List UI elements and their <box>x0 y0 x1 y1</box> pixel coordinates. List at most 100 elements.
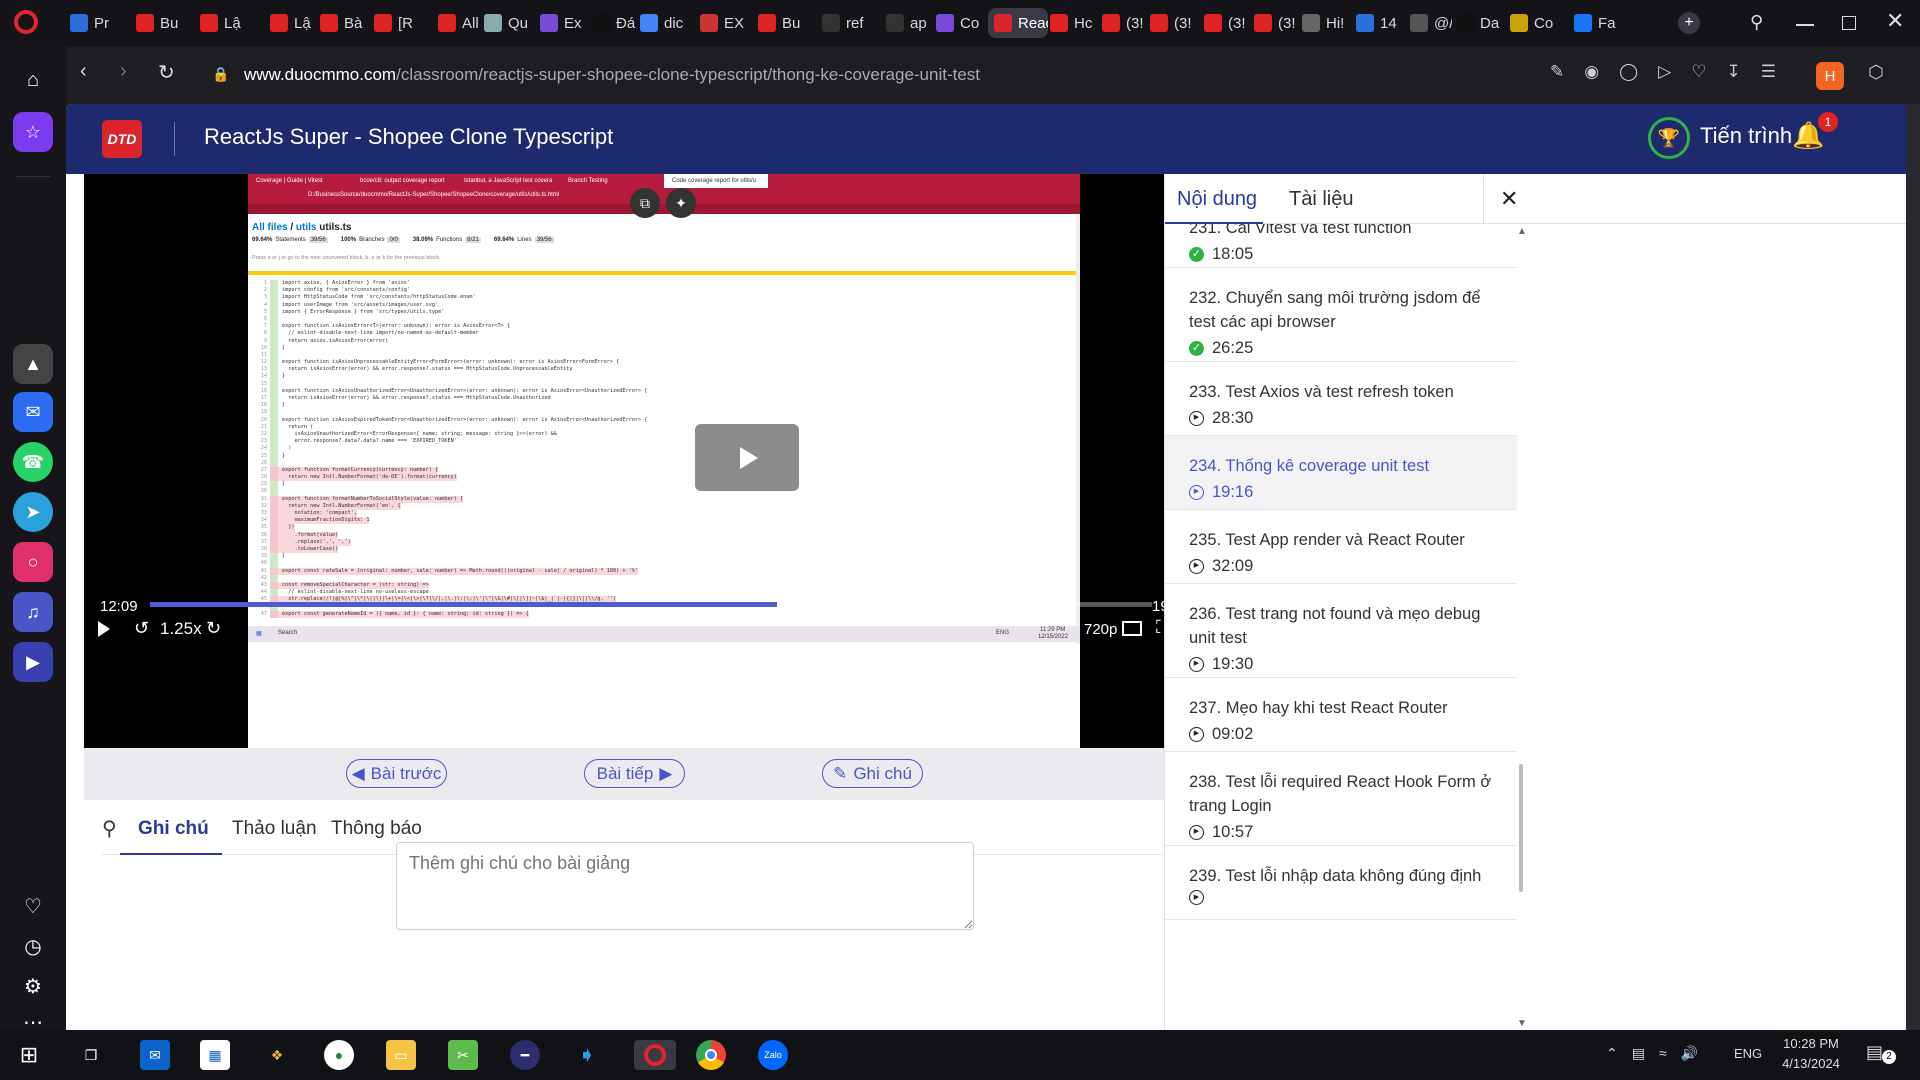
heart-icon[interactable]: ♡ <box>13 886 53 926</box>
pip-icon[interactable] <box>1122 621 1142 636</box>
lesson-item[interactable]: 239. Test lỗi nhập data không đúng định ▶ <box>1165 846 1517 920</box>
download-icon[interactable]: ↧ <box>1726 62 1740 90</box>
lesson-item[interactable]: 238. Test lỗi required React Hook Form ở… <box>1165 752 1517 846</box>
instagram-icon[interactable]: ○ <box>13 542 53 582</box>
zalo-icon[interactable]: Zalo <box>758 1040 788 1070</box>
scrollbar-thumb[interactable] <box>1519 764 1523 892</box>
tab-discussion[interactable]: Thảo luận <box>232 818 317 840</box>
browser-tab[interactable]: Fa <box>1574 8 1630 38</box>
browser-tab[interactable]: Lậ <box>200 8 260 38</box>
new-tab-button[interactable]: + <box>1678 12 1700 34</box>
browser-tab[interactable]: Đá <box>592 8 636 38</box>
tab-notes[interactable]: Ghi chú <box>138 818 209 840</box>
terminal-icon[interactable]: ━ <box>510 1040 540 1070</box>
tab-docs[interactable]: Tài liệu <box>1289 188 1353 211</box>
tab-announcements[interactable]: Thông báo <box>331 818 422 840</box>
opera-taskbar-icon[interactable] <box>634 1040 676 1070</box>
seek-bar[interactable] <box>150 602 1152 607</box>
camera-icon[interactable]: ◉ <box>1584 62 1599 90</box>
browser-tab[interactable]: Hi! <box>1302 8 1352 38</box>
play-overlay-button[interactable] <box>695 424 799 491</box>
scrollbar-up-icon[interactable]: ▲ <box>1517 226 1527 237</box>
volume-icon[interactable]: 🔊 <box>1681 1045 1698 1062</box>
player-icon[interactable]: ▶ <box>13 642 53 682</box>
playback-speed[interactable]: 1.25x <box>160 619 202 639</box>
restore-window-button[interactable] <box>1842 16 1856 30</box>
lesson-item[interactable]: 231. Cài Vitest và test function ✓ 18:05 <box>1165 224 1517 268</box>
search-icon[interactable]: ⚲ <box>102 816 117 841</box>
url-field[interactable]: 🔒 www.duocmmo.com/classroom/reactjs-supe… <box>130 56 1420 96</box>
lesson-item[interactable]: 232. Chuyển sang môi trường jsdom để tes… <box>1165 268 1517 362</box>
page-scrollbar[interactable] <box>1906 104 1920 1030</box>
notification-center-icon[interactable]: ▤ <box>1866 1042 1883 1063</box>
browser-tab[interactable]: Pr <box>70 8 126 38</box>
site-logo[interactable]: DTD <box>102 120 142 158</box>
task-view-icon[interactable]: ❐ <box>76 1040 106 1070</box>
search-tabs-icon[interactable]: ⚲ <box>1750 12 1763 33</box>
browser-tab[interactable]: ref <box>822 8 878 38</box>
edit-icon[interactable]: ✎ <box>1550 62 1564 90</box>
history-icon[interactable]: ◷ <box>13 926 53 966</box>
pip-overlay-icon[interactable]: ⧉ <box>630 188 660 218</box>
extensions-icon[interactable]: ⬡ <box>1868 62 1884 83</box>
start-icon[interactable]: ⊞ <box>14 1040 44 1070</box>
browser-tab[interactable]: Lậ <box>270 8 316 38</box>
lesson-item[interactable]: 235. Test App render và React Router ▶ 32:… <box>1165 510 1517 584</box>
speed-dial-icon[interactable]: ☆ <box>13 112 53 152</box>
trophy-icon[interactable]: 🏆 <box>1648 117 1690 159</box>
browser-tab[interactable]: Hc <box>1050 8 1098 38</box>
play-icon[interactable] <box>98 621 110 637</box>
video-player[interactable]: Coverage | Guide | Vitest bcoe/c8: output… <box>84 174 1180 748</box>
sparkle-overlay-icon[interactable]: ✦ <box>666 188 696 218</box>
battery-icon[interactable]: ▤ <box>1632 1045 1645 1062</box>
tray-time[interactable]: 10:28 PM <box>1776 1036 1846 1051</box>
mail-icon[interactable]: ✉ <box>140 1040 170 1070</box>
next-lesson-button[interactable]: Bài tiếp ▶ <box>584 759 685 788</box>
tray-lang[interactable]: ENG <box>1734 1046 1762 1061</box>
lesson-scrollbar[interactable]: ▲ ▼ <box>1517 224 1527 1030</box>
tray-chevron-icon[interactable]: ⌃ <box>1606 1045 1618 1062</box>
home-icon[interactable]: ⌂ <box>13 60 53 100</box>
opera-logo-icon[interactable] <box>14 10 38 34</box>
browser-tab[interactable]: (3! <box>1150 8 1198 38</box>
rewind-icon[interactable]: ↺ <box>134 618 149 639</box>
browser-tab[interactable]: Bu <box>758 8 814 38</box>
close-window-button[interactable]: ✕ <box>1886 8 1904 34</box>
lesson-item[interactable]: 233. Test Axios và test refresh token ▶ 28… <box>1165 362 1517 436</box>
browser-tab[interactable]: Ex <box>540 8 588 38</box>
music-player-icon[interactable]: ♫ <box>13 592 53 632</box>
browser-tab[interactable]: @/ <box>1410 8 1452 38</box>
forward-icon[interactable]: › <box>120 60 127 83</box>
lesson-item[interactable]: 234. Thống kê coverage unit test ▶ 19:16 <box>1165 436 1517 510</box>
tray-date[interactable]: 4/13/2024 <box>1776 1056 1846 1071</box>
wifi-icon[interactable]: ≈ <box>1659 1045 1667 1062</box>
browser-tab[interactable]: Bà <box>320 8 370 38</box>
menu-icon[interactable]: ☰ <box>1761 62 1776 90</box>
tab-content[interactable]: Nội dung <box>1177 188 1257 211</box>
scrollbar-down-icon[interactable]: ▼ <box>1517 1018 1527 1029</box>
aria-icon[interactable]: ▲ <box>13 344 53 384</box>
prev-lesson-button[interactable]: ◀ Bài trước <box>346 759 447 788</box>
progress-label[interactable]: Tiến trình <box>1700 123 1792 149</box>
snipping-icon[interactable]: ✂ <box>448 1040 478 1070</box>
heart-icon[interactable]: ♡ <box>1691 62 1706 90</box>
quality-selector[interactable]: 720p <box>1084 621 1117 638</box>
app-icon[interactable]: ❖ <box>262 1040 292 1070</box>
note-input[interactable] <box>396 842 974 930</box>
browser-tab[interactable]: [R <box>374 8 430 38</box>
browser-tab[interactable]: EX <box>700 8 750 38</box>
settings-icon[interactable]: ⚙ <box>13 966 53 1006</box>
file-explorer-icon[interactable]: ▭ <box>386 1040 416 1070</box>
browser-tab[interactable]: Da <box>1456 8 1506 38</box>
lesson-item[interactable]: 236. Test trang not found và mẹo debug u… <box>1165 584 1517 678</box>
telegram-icon[interactable]: ➤ <box>13 492 53 532</box>
messenger-icon[interactable]: ✉ <box>13 392 53 432</box>
chrome-icon[interactable] <box>696 1040 726 1070</box>
browser-tab[interactable]: Bu <box>136 8 192 38</box>
browser-tab[interactable]: (3! <box>1204 8 1250 38</box>
leaf-app-icon[interactable]: ● <box>324 1040 354 1070</box>
browser-tab[interactable]: dic <box>640 8 694 38</box>
browser-tab[interactable]: ReactJ <box>988 8 1048 38</box>
browser-tab[interactable]: ap <box>886 8 932 38</box>
forward-icon[interactable]: ↻ <box>206 618 221 639</box>
